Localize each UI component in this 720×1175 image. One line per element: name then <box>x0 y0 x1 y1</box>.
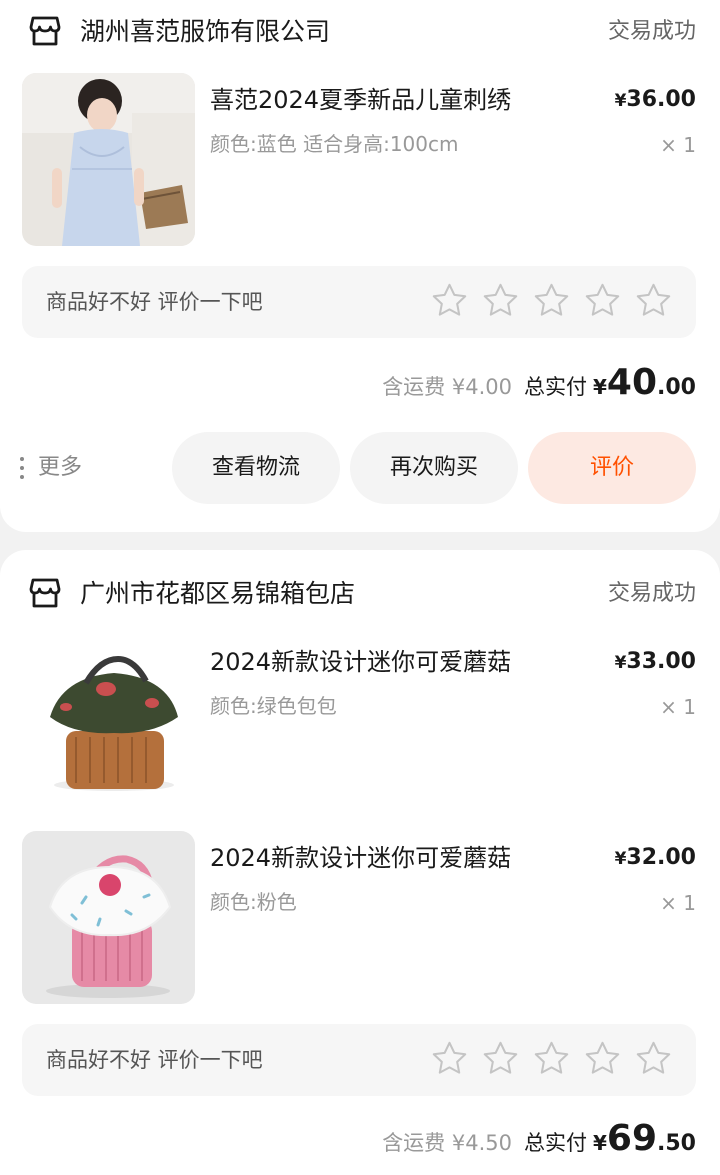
more-label: 更多 <box>38 455 83 480</box>
product-spec: 颜色:绿色包包 <box>210 694 337 718</box>
total-label: 总实付 <box>523 375 587 399</box>
more-button[interactable]: 更多 <box>20 432 82 504</box>
order-actions: 更多 查看物流 再次购买 评价 <box>0 432 720 504</box>
product-quantity: × 1 <box>660 133 696 157</box>
total-amount-decimal: .00 <box>657 375 696 400</box>
order-card[interactable]: 广州市花都区易锦箱包店 交易成功 2024新款设计迷你可爱蘑菇 颜色:绿色包包 … <box>0 550 720 1175</box>
product-title[interactable]: 2024新款设计迷你可爱蘑菇 <box>210 645 580 679</box>
order-card[interactable]: 湖州喜范服饰有限公司 交易成功 喜范2024夏季新品儿童刺绣 颜色:蓝色 适合身… <box>0 0 720 532</box>
star-icon[interactable] <box>431 282 468 319</box>
view-logistics-button[interactable]: 查看物流 <box>172 432 340 504</box>
review-prompt-text: 商品好不好 评价一下吧 <box>46 1048 263 1072</box>
more-dots-icon <box>20 457 26 479</box>
star-icon[interactable] <box>635 1040 672 1077</box>
store-header[interactable]: 湖州喜范服饰有限公司 交易成功 <box>0 12 720 52</box>
star-icon[interactable] <box>635 282 672 319</box>
review-prompt-bar[interactable]: 商品好不好 评价一下吧 <box>22 1024 696 1096</box>
product-image[interactable] <box>22 635 195 808</box>
order-total-row: 含运费 ¥4.50 总实付 ¥ 69 .50 <box>382 1118 696 1162</box>
review-button[interactable]: 评价 <box>528 432 696 504</box>
total-currency: ¥ <box>592 375 607 399</box>
total-amount-integer: 69 <box>606 1118 658 1159</box>
total-label: 总实付 <box>523 1131 587 1155</box>
shipping-fee: 含运费 ¥4.00 <box>382 375 512 399</box>
product-item[interactable]: 喜范2024夏季新品儿童刺绣 颜色:蓝色 适合身高:100cm ¥36.00 ×… <box>0 73 720 248</box>
product-image[interactable] <box>22 831 195 1004</box>
store-name[interactable]: 广州市花都区易锦箱包店 <box>80 574 355 614</box>
buy-again-button[interactable]: 再次购买 <box>350 432 518 504</box>
shipping-fee: 含运费 ¥4.50 <box>382 1131 512 1155</box>
star-icon[interactable] <box>533 282 570 319</box>
order-status: 交易成功 <box>607 19 696 44</box>
total-amount-integer: 40 <box>606 362 658 403</box>
star-icon[interactable] <box>482 282 519 319</box>
store-header[interactable]: 广州市花都区易锦箱包店 交易成功 <box>0 574 720 614</box>
product-price: ¥36.00 <box>614 87 696 112</box>
total-currency: ¥ <box>592 1131 607 1155</box>
product-spec: 颜色:蓝色 适合身高:100cm <box>210 132 459 156</box>
star-icon[interactable] <box>584 1040 621 1077</box>
product-item[interactable]: 2024新款设计迷你可爱蘑菇 颜色:粉色 ¥32.00 × 1 <box>0 831 720 1006</box>
rating-stars[interactable] <box>431 1040 672 1077</box>
product-price: ¥32.00 <box>614 845 696 870</box>
store-icon <box>28 14 62 48</box>
product-image[interactable] <box>22 73 195 246</box>
review-prompt-text: 商品好不好 评价一下吧 <box>46 290 263 314</box>
product-quantity: × 1 <box>660 695 696 719</box>
star-icon[interactable] <box>584 282 621 319</box>
star-icon[interactable] <box>533 1040 570 1077</box>
product-spec: 颜色:粉色 <box>210 890 297 914</box>
product-quantity: × 1 <box>660 891 696 915</box>
store-icon <box>28 576 62 610</box>
total-amount-decimal: .50 <box>657 1131 696 1156</box>
order-status: 交易成功 <box>607 581 696 606</box>
store-name[interactable]: 湖州喜范服饰有限公司 <box>80 12 330 52</box>
rating-stars[interactable] <box>431 282 672 319</box>
product-title[interactable]: 2024新款设计迷你可爱蘑菇 <box>210 841 580 875</box>
star-icon[interactable] <box>431 1040 468 1077</box>
product-title[interactable]: 喜范2024夏季新品儿童刺绣 <box>210 83 580 117</box>
product-price: ¥33.00 <box>614 649 696 674</box>
star-icon[interactable] <box>482 1040 519 1077</box>
order-total-row: 含运费 ¥4.00 总实付 ¥ 40 .00 <box>382 362 696 406</box>
product-item[interactable]: 2024新款设计迷你可爱蘑菇 颜色:绿色包包 ¥33.00 × 1 <box>0 635 720 810</box>
review-prompt-bar[interactable]: 商品好不好 评价一下吧 <box>22 266 696 338</box>
